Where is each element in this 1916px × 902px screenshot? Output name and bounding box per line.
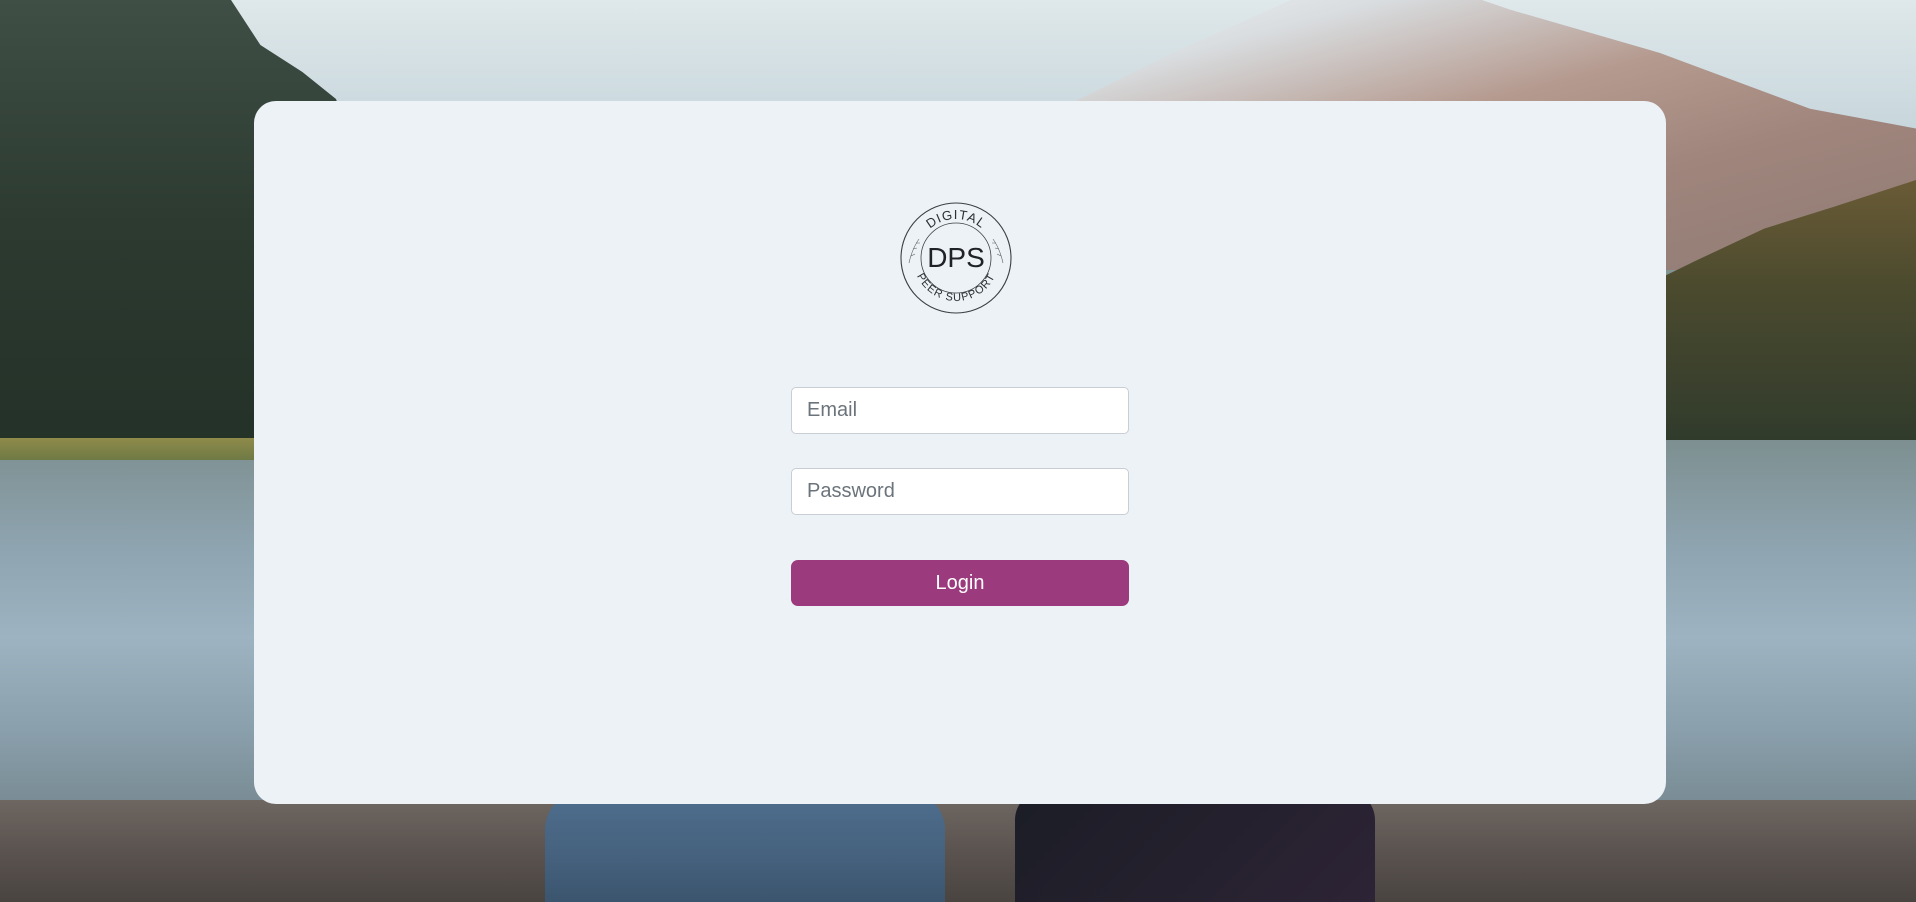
password-input[interactable] (791, 468, 1129, 515)
login-button[interactable]: Login (791, 560, 1129, 606)
laurel-left-icon (908, 238, 920, 264)
logo-bottom-text: PEER SUPPORT (914, 271, 997, 304)
email-input[interactable] (791, 387, 1129, 434)
login-card: DIGITAL DPS PEER SUPPORT Login (254, 101, 1666, 804)
background-forest-right (1640, 180, 1916, 450)
laurel-right-icon (992, 238, 1004, 264)
background-person-left (545, 790, 945, 902)
svg-text:DIGITAL: DIGITAL (923, 207, 989, 231)
background-rocks (0, 800, 1916, 902)
background-person-right (1015, 790, 1375, 902)
svg-text:PEER SUPPORT: PEER SUPPORT (914, 271, 998, 304)
logo-center-text: DPS (927, 242, 985, 273)
dps-logo: DIGITAL DPS PEER SUPPORT (900, 202, 1012, 314)
login-page: DIGITAL DPS PEER SUPPORT Login (0, 0, 1916, 902)
logo-top-text: DIGITAL (923, 207, 988, 231)
